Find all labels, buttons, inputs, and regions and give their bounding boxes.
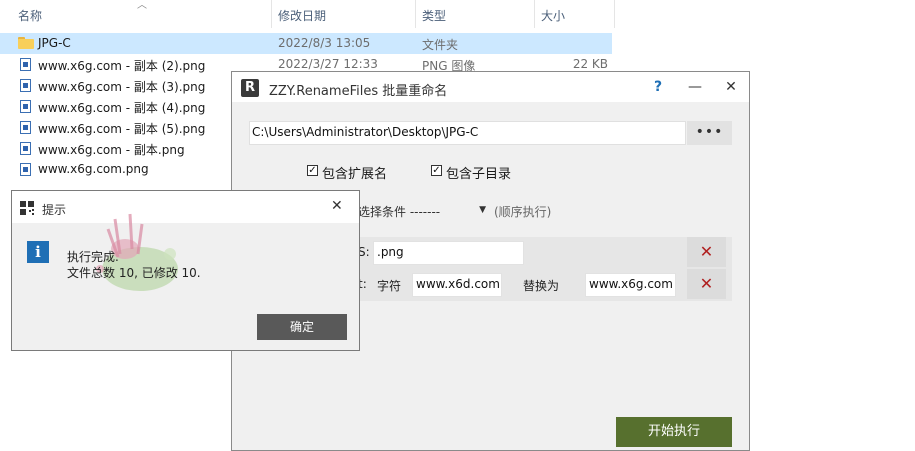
- file-size: 22 KB: [572, 57, 608, 71]
- rename-window-titlebar[interactable]: R ZZY.RenameFiles 批量重命名 ? — ✕: [232, 72, 749, 102]
- png-file-icon: [20, 58, 31, 71]
- explorer-column-header: ︿ 名称 修改日期 类型 大小: [0, 0, 615, 28]
- replace-text-input[interactable]: www.x6g.com: [585, 273, 676, 297]
- qr-code-icon: [20, 201, 34, 215]
- find-text-input[interactable]: www.x6d.com: [412, 273, 502, 297]
- char-label: 字符: [377, 279, 402, 293]
- window-title: ZZY.RenameFiles 批量重命名: [269, 84, 448, 99]
- file-date: 2022/8/3 13:05: [278, 36, 371, 50]
- delete-rule-button[interactable]: ✕: [687, 237, 726, 267]
- file-row-folder[interactable]: JPG-C 2022/8/3 13:05 文件夹: [0, 33, 612, 54]
- file-name: www.x6g.com - 副本 (5).png: [38, 122, 206, 136]
- column-divider[interactable]: [415, 0, 416, 28]
- column-name[interactable]: 名称: [18, 7, 42, 24]
- replace-with-label: 替换为: [523, 279, 560, 293]
- info-icon: i: [27, 241, 49, 263]
- column-divider[interactable]: [614, 0, 615, 28]
- condition-select-value: 选择条件 -------: [358, 205, 441, 219]
- file-name: www.x6g.com - 副本 (2).png: [38, 59, 206, 73]
- close-button[interactable]: ✕: [721, 78, 741, 96]
- file-name: www.x6g.com - 副本 (3).png: [38, 80, 206, 94]
- sort-up-icon: ︿: [137, 0, 147, 11]
- column-date[interactable]: 修改日期: [278, 7, 326, 24]
- browse-button[interactable]: •••: [687, 121, 732, 145]
- ok-button[interactable]: 确定: [257, 314, 347, 340]
- file-date: 2022/3/27 12:33: [278, 57, 378, 71]
- start-button[interactable]: 开始执行: [616, 417, 732, 447]
- file-name: www.x6g.com - 副本 (4).png: [38, 101, 206, 115]
- tips-dialog: 提示 ✕ i 执行完成. 文件总数 10, 已修改 10. 确定: [11, 190, 360, 351]
- file-name: JPG-C: [38, 36, 71, 50]
- folder-path-input[interactable]: C:\Users\Administrator\Desktop\JPG-C: [249, 121, 686, 145]
- png-file-icon: [20, 163, 31, 176]
- column-divider[interactable]: [534, 0, 535, 28]
- condition-hint: (顺序执行): [494, 205, 552, 219]
- png-file-icon: [20, 100, 31, 113]
- minimize-button[interactable]: —: [685, 78, 705, 96]
- result-message-line2: 文件总数 10, 已修改 10.: [67, 266, 201, 280]
- file-name: www.x6g.com.png: [38, 162, 149, 176]
- dialog-title: 提示: [42, 203, 67, 217]
- column-divider[interactable]: [271, 0, 272, 28]
- column-type[interactable]: 类型: [422, 7, 446, 24]
- delete-rule-button[interactable]: ✕: [687, 269, 726, 299]
- png-file-icon: [20, 121, 31, 134]
- file-type: 文件夹: [422, 38, 459, 52]
- condition-select[interactable]: 选择条件 ------- ▼: [358, 200, 488, 222]
- dialog-close-button[interactable]: ✕: [331, 198, 343, 214]
- column-size[interactable]: 大小: [541, 7, 565, 24]
- include-extension-label: 包含扩展名: [322, 167, 388, 182]
- file-name: www.x6g.com - 副本.png: [38, 143, 185, 157]
- result-message-line1: 执行完成.: [67, 250, 119, 264]
- png-file-icon: [20, 79, 31, 92]
- help-button[interactable]: ?: [648, 78, 668, 96]
- checkbox-checked-icon: ✓: [431, 165, 442, 176]
- checkbox-checked-icon: ✓: [307, 165, 318, 176]
- folder-icon: [18, 37, 34, 49]
- dropdown-arrow-icon: ▼: [479, 205, 486, 215]
- png-file-icon: [20, 142, 31, 155]
- app-logo-icon: R: [241, 79, 259, 97]
- include-subdir-label: 包含子目录: [446, 167, 512, 182]
- extension-input[interactable]: .png: [373, 241, 524, 265]
